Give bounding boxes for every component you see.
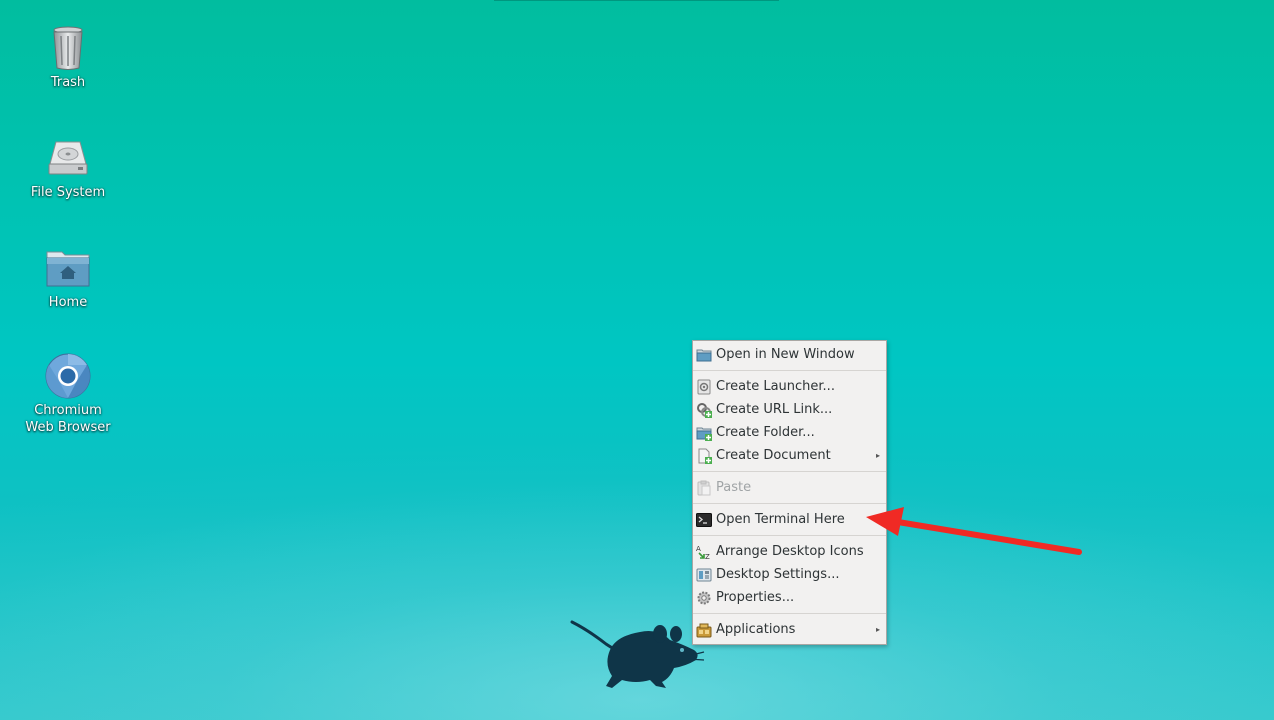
menu-item-label: Create Folder... (716, 425, 815, 440)
menu-separator (693, 471, 886, 472)
menu-item-label: Applications (716, 622, 796, 637)
hard-drive-icon (44, 134, 92, 182)
home-folder-icon (44, 244, 92, 292)
svg-text:Z: Z (705, 553, 710, 560)
paste-icon (697, 480, 711, 496)
menu-item-label: Arrange Desktop Icons (716, 544, 864, 559)
xfce-mouse-logo (570, 620, 705, 688)
menu-item-label: Create URL Link... (716, 402, 833, 417)
menu-item-label: Create Launcher... (716, 379, 835, 394)
menu-item-open-in-new-window[interactable]: Open in New Window (693, 343, 886, 366)
menu-separator (693, 535, 886, 536)
applications-icon (696, 623, 712, 638)
new-folder-icon (696, 427, 712, 441)
menu-item-applications[interactable]: Applications ▸ (693, 618, 886, 641)
terminal-icon (696, 513, 712, 527)
launcher-icon (697, 379, 711, 395)
desktop-icon-home[interactable]: Home (13, 244, 123, 311)
annotation-arrow (866, 507, 1082, 555)
menu-item-arrange-desktop-icons[interactable]: A Z Arrange Desktop Icons (693, 540, 886, 563)
folder-icon (696, 349, 712, 362)
sort-icon: A Z (696, 545, 710, 560)
menu-item-label: Open Terminal Here (716, 512, 845, 527)
submenu-arrow-icon: ▸ (875, 451, 880, 460)
svg-text:A: A (696, 545, 701, 553)
menu-item-paste[interactable]: Paste (693, 476, 886, 499)
chromium-icon (44, 352, 92, 400)
menu-separator (693, 613, 886, 614)
menu-item-create-document[interactable]: Create Document ▸ (693, 444, 886, 467)
menu-item-label: Create Document (716, 448, 831, 463)
menu-item-open-terminal-here[interactable]: Open Terminal Here (693, 508, 886, 531)
menu-item-label: Open in New Window (716, 347, 855, 362)
top-window-edge (494, 0, 779, 1)
new-document-icon (698, 448, 712, 464)
trash-icon (44, 24, 92, 72)
desktop-icon-chromium[interactable]: Chromium Web Browser (13, 352, 123, 436)
desktop-icon-label: Chromium Web Browser (25, 403, 111, 435)
menu-item-label: Desktop Settings... (716, 567, 840, 582)
desktop-settings-icon (696, 568, 712, 582)
desktop-context-menu: Open in New Window Create Launcher... Cr… (692, 340, 887, 645)
desktop-icon-label: Home (48, 295, 88, 310)
menu-item-properties[interactable]: Properties... (693, 586, 886, 609)
desktop-icon-label: Trash (50, 75, 86, 90)
menu-separator (693, 370, 886, 371)
menu-item-create-launcher[interactable]: Create Launcher... (693, 375, 886, 398)
link-icon (697, 403, 712, 418)
menu-separator (693, 503, 886, 504)
submenu-arrow-icon: ▸ (875, 625, 880, 634)
desktop-icon-trash[interactable]: Trash (13, 24, 123, 91)
menu-item-label: Properties... (716, 590, 795, 605)
menu-item-create-url-link[interactable]: Create URL Link... (693, 398, 886, 421)
menu-item-desktop-settings[interactable]: Desktop Settings... (693, 563, 886, 586)
gear-icon (697, 591, 711, 605)
desktop-icon-label: File System (30, 185, 106, 200)
desktop-icon-file-system[interactable]: File System (13, 134, 123, 201)
menu-item-label: Paste (716, 480, 752, 495)
menu-item-create-folder[interactable]: Create Folder... (693, 421, 886, 444)
